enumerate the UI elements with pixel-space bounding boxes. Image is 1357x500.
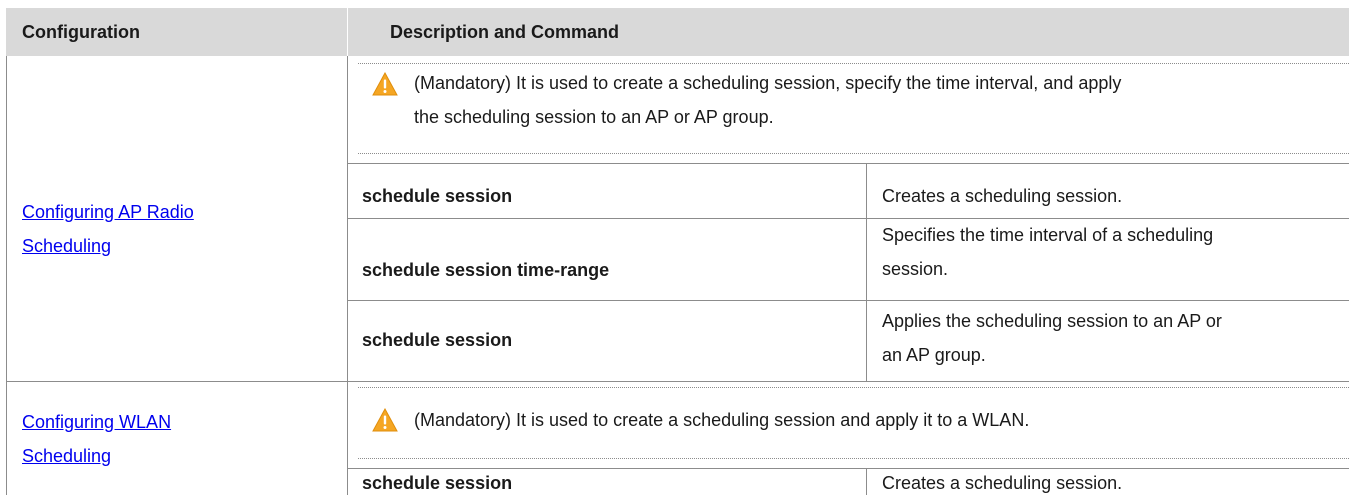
command-2: schedule session time-range: [362, 260, 610, 280]
link-line-2[interactable]: Scheduling: [22, 236, 111, 256]
description-2-line-1: Specifies the time interval of a schedul…: [882, 225, 1214, 245]
description-3-line-2: an AP group.: [882, 345, 986, 365]
table-header: Configuration Description and Command: [6, 8, 1349, 56]
table-left-border: [6, 56, 7, 495]
configuration-table: Configuration Description and Command Co…: [6, 8, 1349, 495]
command-1: schedule session: [362, 186, 513, 206]
note-line-2: the scheduling session to an AP or AP gr…: [414, 107, 774, 127]
command-3: schedule session: [362, 330, 513, 350]
note-bottom-rule-2: [358, 458, 1349, 459]
note-top-rule-1: [358, 63, 1349, 64]
description-1: Creates a scheduling session.: [882, 186, 1123, 206]
note-bottom-rule-1: [358, 153, 1349, 154]
link-line-1[interactable]: Configuring WLAN: [22, 412, 171, 432]
warning-triangle-icon: [372, 72, 398, 96]
note-line-1: (Mandatory) It is used to create a sched…: [414, 73, 1122, 93]
mandatory-note-1: (Mandatory) It is used to create a sched…: [414, 66, 1121, 134]
section-link-ap-radio[interactable]: Configuring AP Radio Scheduling: [22, 195, 194, 263]
link-line-1[interactable]: Configuring AP Radio: [22, 202, 194, 222]
row-divider-3: [347, 300, 1349, 301]
row-divider-1: [347, 163, 1349, 164]
column-divider: [347, 56, 348, 495]
description-2: Specifies the time interval of a schedul…: [882, 218, 1213, 286]
header-configuration: Configuration: [22, 22, 140, 42]
header-divider: [347, 8, 348, 56]
command-desc-divider-2: [866, 468, 867, 495]
description-3-line-1: Applies the scheduling session to an AP …: [882, 311, 1222, 331]
warning-triangle-icon: [372, 408, 398, 432]
note-top-rule-2: [358, 387, 1349, 388]
link-line-2[interactable]: Scheduling: [22, 446, 111, 466]
section-link-wlan[interactable]: Configuring WLAN Scheduling: [22, 405, 171, 473]
command-desc-divider-1: [866, 163, 867, 381]
header-description: Description and Command: [390, 22, 620, 42]
description-2-line-2: session.: [882, 259, 949, 279]
section-divider: [6, 381, 1349, 382]
mandatory-note-2: (Mandatory) It is used to create a sched…: [414, 410, 1030, 430]
description-3: Applies the scheduling session to an AP …: [882, 304, 1222, 372]
